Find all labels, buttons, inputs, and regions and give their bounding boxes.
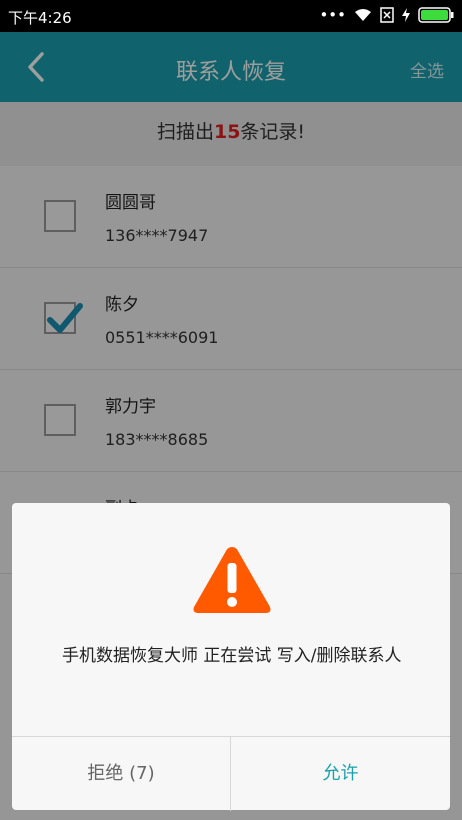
charging-icon xyxy=(402,8,410,22)
status-bar: 下午4:26 ••• xyxy=(0,0,462,32)
status-time: 下午4:26 xyxy=(8,9,72,27)
warning-icon xyxy=(193,547,271,613)
allow-button[interactable]: 允许 xyxy=(231,737,450,811)
dialog-message: 手机数据恢复大师 正在尝试 写入/删除联系人 xyxy=(62,646,402,666)
battery-icon xyxy=(418,7,454,23)
deny-button[interactable]: 拒绝 (7) xyxy=(12,737,231,811)
more-icon: ••• xyxy=(319,6,346,24)
dialog-button-bar: 拒绝 (7) 允许 xyxy=(12,736,450,811)
wifi-icon xyxy=(355,9,371,21)
sim-off-icon xyxy=(380,7,394,23)
permission-dialog: 手机数据恢复大师 正在尝试 写入/删除联系人 拒绝 (7) 允许 xyxy=(12,503,450,811)
status-icons: ••• xyxy=(319,6,454,24)
